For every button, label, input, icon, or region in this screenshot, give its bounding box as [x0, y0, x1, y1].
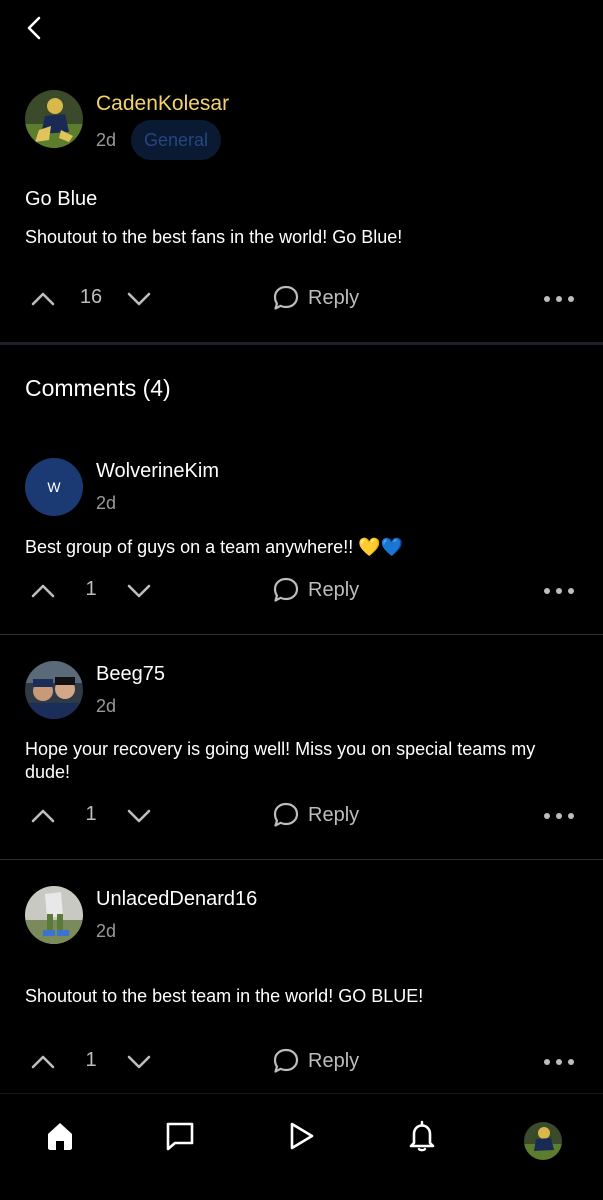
avatar[interactable]: [25, 661, 83, 719]
vote-count: 1: [85, 1049, 97, 1071]
play-icon: [290, 1122, 314, 1150]
comment-text: Hope your recovery is going well! Miss y…: [25, 739, 536, 782]
speech-bubble-icon: [273, 577, 299, 602]
comment-divider: [0, 859, 603, 860]
tab-profile-avatar[interactable]: [524, 1122, 562, 1160]
comments-header: Comments (4): [25, 375, 171, 401]
post-actions: 16 Reply: [0, 282, 603, 318]
comment-time: 2d: [96, 493, 117, 513]
author-avatar[interactable]: [25, 90, 83, 148]
avatar[interactable]: [25, 886, 83, 944]
ellipsis-icon[interactable]: [542, 286, 576, 312]
ellipsis-icon[interactable]: [542, 1049, 576, 1075]
reply-label: Reply: [308, 803, 360, 826]
avatar[interactable]: W: [25, 458, 83, 516]
chevron-up-icon[interactable]: [30, 578, 56, 604]
reply-label: Reply: [308, 578, 360, 601]
chevron-up-icon[interactable]: [30, 1049, 56, 1075]
comment-text: Shoutout to the best team in the world! …: [25, 986, 424, 1006]
reply-button[interactable]: Reply: [272, 1047, 359, 1075]
comment-actions: 1 Reply: [0, 1045, 603, 1081]
speech-bubble-icon: [273, 285, 299, 310]
chevron-down-icon[interactable]: [126, 578, 152, 604]
category-tag[interactable]: General: [131, 120, 222, 160]
comment-author[interactable]: UnlacedDenard16: [96, 888, 257, 911]
avatar-initial: W: [47, 479, 61, 495]
reply-button[interactable]: Reply: [272, 576, 359, 604]
tab-bar: [0, 1093, 603, 1200]
comment-actions: 1 Reply: [0, 799, 603, 835]
chevron-up-icon[interactable]: [30, 803, 56, 829]
comment-divider: [0, 634, 603, 635]
reply-button[interactable]: Reply: [272, 801, 359, 829]
section-divider: [0, 342, 603, 345]
chat-icon: [166, 1122, 194, 1151]
comment-author[interactable]: WolverineKim: [96, 460, 219, 483]
chevron-down-icon[interactable]: [126, 803, 152, 829]
comment-author[interactable]: Beeg75: [96, 663, 165, 686]
reply-button[interactable]: Reply: [272, 284, 359, 312]
tab-messages[interactable]: [162, 1118, 198, 1154]
vote-count: 1: [85, 578, 97, 600]
ellipsis-icon[interactable]: [542, 803, 576, 829]
speech-bubble-icon: [273, 1048, 299, 1073]
tab-home[interactable]: [42, 1118, 78, 1154]
speech-bubble-icon: [273, 802, 299, 827]
vote-count: 16: [79, 286, 103, 308]
ellipsis-icon[interactable]: [542, 578, 576, 604]
post-title: Go Blue: [25, 188, 98, 210]
chevron-left-icon: [27, 16, 41, 40]
reply-label: Reply: [308, 286, 360, 309]
chevron-up-icon[interactable]: [30, 286, 56, 312]
reply-label: Reply: [308, 1049, 360, 1072]
home-icon: [48, 1123, 72, 1150]
comment-text: Best group of guys on a team anywhere!! …: [25, 537, 404, 557]
chevron-down-icon[interactable]: [126, 1049, 152, 1075]
vote-count: 1: [85, 803, 97, 825]
comment-time: 2d: [96, 921, 117, 941]
post-author[interactable]: CadenKolesar: [96, 92, 229, 116]
chevron-down-icon[interactable]: [126, 286, 152, 312]
bell-icon: [409, 1120, 435, 1152]
post-body: Shoutout to the best fans in the world! …: [25, 227, 403, 247]
comment-actions: 1 Reply: [0, 574, 603, 610]
back-button[interactable]: [18, 12, 50, 44]
tab-notifications[interactable]: [404, 1118, 440, 1154]
comment-time: 2d: [96, 696, 117, 716]
post-time: 2d: [96, 130, 117, 150]
tab-video[interactable]: [283, 1118, 319, 1154]
